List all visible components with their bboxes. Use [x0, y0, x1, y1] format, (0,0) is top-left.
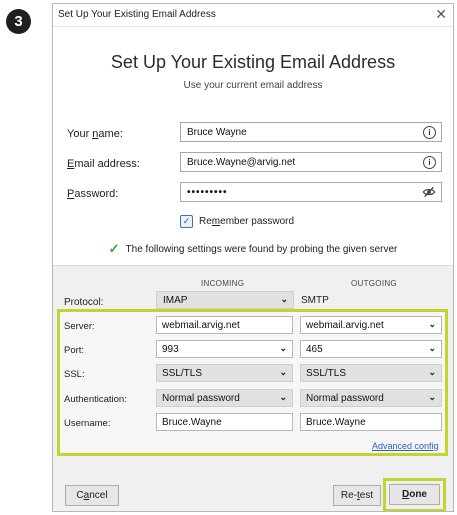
page-title: Set Up Your Existing Email Address — [110, 52, 396, 72]
chevron-down-icon: ⌄ — [279, 392, 287, 402]
advanced-config-link[interactable]: Advanced config — [372, 441, 439, 451]
chevron-down-icon: ⌄ — [428, 343, 436, 353]
outgoing-protocol-value: SMTP — [301, 295, 329, 306]
page-subtitle: Use your current email address — [183, 80, 323, 91]
window-titlebar: Set Up Your Existing Email Address ✕ — [53, 4, 453, 27]
name-label: Your name: — [67, 128, 123, 140]
outgoing-port-select[interactable]: 465 ⌄ — [300, 340, 442, 358]
outgoing-username-input[interactable]: Bruce.Wayne — [300, 413, 442, 431]
info-icon[interactable]: i — [423, 126, 436, 139]
outgoing-server-select[interactable]: webmail.arvig.net ⌄ — [300, 316, 442, 334]
done-button[interactable]: Done — [389, 484, 440, 505]
retest-button[interactable]: Re-t est — [333, 485, 381, 506]
window-title: Set Up Your Existing Email Address — [58, 9, 216, 20]
found-settings-text: The following settings were found by pro… — [125, 243, 398, 255]
password-label: Password: — [67, 188, 119, 200]
username-label: Username: — [64, 418, 111, 429]
info-icon[interactable]: i — [423, 156, 436, 169]
incoming-username-input[interactable]: Bruce.Wayne — [156, 413, 293, 431]
chevron-down-icon: ⌄ — [280, 294, 288, 304]
outgoing-authentication-select[interactable]: Normal password ⌄ — [300, 389, 442, 407]
chevron-down-icon: ⌄ — [428, 392, 436, 402]
chevron-down-icon: ⌄ — [279, 343, 287, 353]
remember-password-label: Remember password — [199, 216, 295, 227]
authentication-label: Authentication: — [64, 394, 127, 405]
email-setup-dialog: Set Up Your Existing Email Address ✕ Set… — [52, 3, 454, 512]
outgoing-ssl-select[interactable]: SSL/TLS ⌄ — [300, 364, 442, 382]
remember-password-row[interactable]: ✓ Remember password — [180, 215, 294, 228]
chevron-down-icon: ⌄ — [428, 367, 436, 377]
password-input[interactable] — [180, 182, 442, 202]
name-input[interactable] — [180, 122, 442, 142]
incoming-server-input[interactable]: webmail.arvig.net — [156, 316, 293, 334]
ssl-label: SSL: — [64, 369, 85, 380]
found-settings-message: ✓ The following settings were found by p… — [53, 241, 453, 257]
cancel-button[interactable]: Ca ncel — [65, 485, 119, 506]
protocol-label: Protocol: — [64, 297, 104, 308]
remember-password-checkbox[interactable]: ✓ — [180, 215, 193, 228]
protocol-select[interactable]: IMAP ⌄ — [156, 291, 294, 309]
incoming-column-header: INCOMING — [201, 279, 245, 288]
email-label: Email address: — [67, 158, 140, 170]
close-icon[interactable]: ✕ — [435, 6, 447, 23]
chevron-down-icon: ⌄ — [279, 367, 287, 377]
check-icon: ✓ — [108, 241, 120, 256]
email-input[interactable] — [180, 152, 442, 172]
port-label: Port: — [64, 345, 85, 356]
chevron-down-icon: ⌄ — [428, 319, 436, 329]
incoming-ssl-select[interactable]: SSL/TLS ⌄ — [156, 364, 293, 382]
eye-slash-icon[interactable] — [422, 185, 436, 199]
outgoing-column-header: OUTGOING — [351, 279, 397, 288]
step-number-badge: 3 — [6, 9, 31, 34]
incoming-authentication-select[interactable]: Normal password ⌄ — [156, 389, 293, 407]
incoming-port-select[interactable]: 993 ⌄ — [156, 340, 293, 358]
server-label: Server: — [64, 321, 95, 332]
